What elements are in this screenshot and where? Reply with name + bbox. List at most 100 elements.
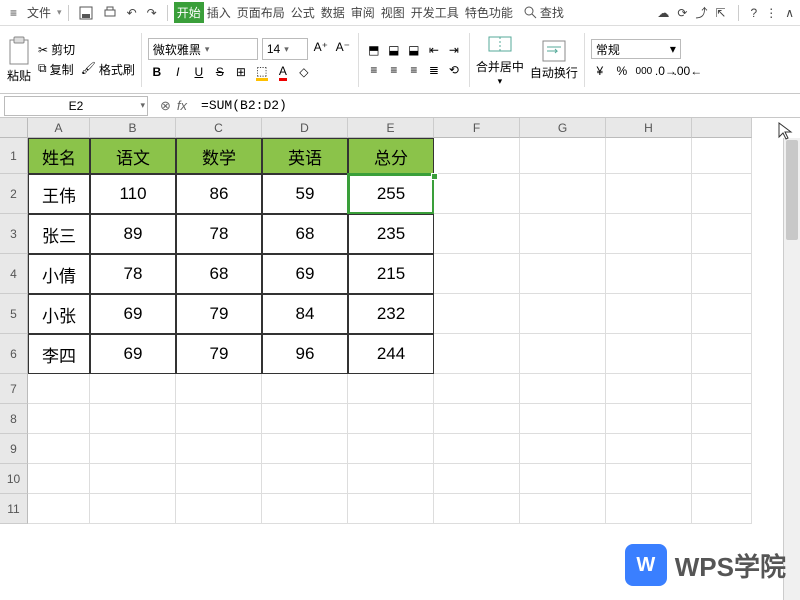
- cell[interactable]: 89: [90, 214, 176, 254]
- decrease-decimal-icon[interactable]: .00←: [679, 62, 697, 80]
- row-header[interactable]: 9: [0, 434, 28, 464]
- cell[interactable]: 张三: [28, 214, 90, 254]
- align-center-icon[interactable]: ≡: [385, 61, 403, 79]
- strike-button[interactable]: S: [211, 63, 229, 81]
- cell[interactable]: [434, 374, 520, 404]
- comma-button[interactable]: 000: [635, 62, 653, 80]
- cancel-formula-icon[interactable]: ⊗: [160, 98, 171, 114]
- cell[interactable]: [606, 434, 692, 464]
- cell[interactable]: [606, 214, 692, 254]
- cell[interactable]: 英语: [262, 138, 348, 174]
- cell[interactable]: 69: [262, 254, 348, 294]
- cell[interactable]: [28, 374, 90, 404]
- underline-button[interactable]: U: [190, 63, 208, 81]
- tab-review[interactable]: 审阅: [348, 2, 378, 23]
- save-icon[interactable]: [75, 4, 97, 22]
- cell[interactable]: [434, 214, 520, 254]
- fill-handle[interactable]: [431, 173, 438, 180]
- cell[interactable]: 69: [90, 294, 176, 334]
- cell[interactable]: [262, 494, 348, 524]
- copy-button[interactable]: ⧉ 复制: [38, 61, 74, 78]
- cell[interactable]: 232: [348, 294, 434, 334]
- font-color-button[interactable]: A: [274, 63, 292, 81]
- cell[interactable]: [520, 374, 606, 404]
- cell[interactable]: 110: [90, 174, 176, 214]
- cell[interactable]: [348, 434, 434, 464]
- tab-insert[interactable]: 插入: [204, 2, 234, 23]
- collapse-icon[interactable]: ∧: [785, 6, 794, 20]
- cell[interactable]: [348, 494, 434, 524]
- cell[interactable]: 79: [176, 294, 262, 334]
- number-format-select[interactable]: 常规 ▾: [591, 39, 681, 59]
- cell[interactable]: [606, 404, 692, 434]
- cell[interactable]: [90, 434, 176, 464]
- cell[interactable]: 小倩: [28, 254, 90, 294]
- tab-layout[interactable]: 页面布局: [234, 2, 288, 23]
- cell[interactable]: [692, 214, 752, 254]
- cell[interactable]: [692, 138, 752, 174]
- cell[interactable]: [606, 294, 692, 334]
- merge-center-button[interactable]: 合并居中▾: [476, 33, 524, 87]
- cell[interactable]: 数学: [176, 138, 262, 174]
- cell[interactable]: [606, 138, 692, 174]
- cell[interactable]: 王伟: [28, 174, 90, 214]
- cell[interactable]: 96: [262, 334, 348, 374]
- cell[interactable]: [434, 174, 520, 214]
- cell[interactable]: [520, 404, 606, 434]
- hamburger-icon[interactable]: ≡: [6, 4, 21, 22]
- cell[interactable]: [28, 404, 90, 434]
- cell[interactable]: [520, 138, 606, 174]
- orientation-icon[interactable]: ⟲: [445, 61, 463, 79]
- cell[interactable]: [176, 494, 262, 524]
- row-header[interactable]: 5: [0, 294, 28, 334]
- decrease-font-icon[interactable]: A⁻: [334, 38, 352, 56]
- cell[interactable]: [434, 334, 520, 374]
- cell[interactable]: 244: [348, 334, 434, 374]
- row-header[interactable]: 3: [0, 214, 28, 254]
- cell[interactable]: [90, 494, 176, 524]
- cell[interactable]: [176, 374, 262, 404]
- cell[interactable]: [692, 464, 752, 494]
- cell[interactable]: 86: [176, 174, 262, 214]
- cell[interactable]: [90, 374, 176, 404]
- cell[interactable]: [262, 404, 348, 434]
- cell[interactable]: [692, 294, 752, 334]
- undo-icon[interactable]: ↶: [123, 4, 141, 22]
- cell[interactable]: 小张: [28, 294, 90, 334]
- column-header[interactable]: A: [28, 118, 90, 138]
- cell[interactable]: [90, 404, 176, 434]
- cell[interactable]: [434, 254, 520, 294]
- percent-button[interactable]: %: [613, 62, 631, 80]
- row-header[interactable]: 2: [0, 174, 28, 214]
- cell[interactable]: 215: [348, 254, 434, 294]
- column-header[interactable]: [692, 118, 752, 138]
- cell[interactable]: [520, 434, 606, 464]
- cell[interactable]: [176, 404, 262, 434]
- formula-input[interactable]: =SUM(B2:D2): [195, 98, 800, 113]
- increase-font-icon[interactable]: A⁺: [312, 38, 330, 56]
- scroll-thumb[interactable]: [786, 140, 798, 240]
- cell[interactable]: [348, 374, 434, 404]
- cell[interactable]: [176, 434, 262, 464]
- tab-special[interactable]: 特色功能: [462, 2, 516, 23]
- align-top-icon[interactable]: ⬒: [365, 41, 383, 59]
- cell[interactable]: [348, 464, 434, 494]
- cell[interactable]: [28, 434, 90, 464]
- file-menu[interactable]: 文件: [23, 2, 55, 23]
- cell[interactable]: [434, 494, 520, 524]
- cell[interactable]: [692, 334, 752, 374]
- help-icon[interactable]: ?: [751, 6, 758, 20]
- cell[interactable]: [606, 374, 692, 404]
- select-all-corner[interactable]: [0, 118, 28, 138]
- cell[interactable]: [262, 464, 348, 494]
- cell[interactable]: 78: [176, 214, 262, 254]
- cell[interactable]: [520, 494, 606, 524]
- cloud-icon[interactable]: ☁: [657, 6, 669, 20]
- row-header[interactable]: 6: [0, 334, 28, 374]
- cell[interactable]: [90, 464, 176, 494]
- tab-view[interactable]: 视图: [378, 2, 408, 23]
- cut-button[interactable]: ✂ 剪切: [38, 41, 135, 58]
- cell[interactable]: [348, 404, 434, 434]
- italic-button[interactable]: I: [169, 63, 187, 81]
- cell[interactable]: [606, 334, 692, 374]
